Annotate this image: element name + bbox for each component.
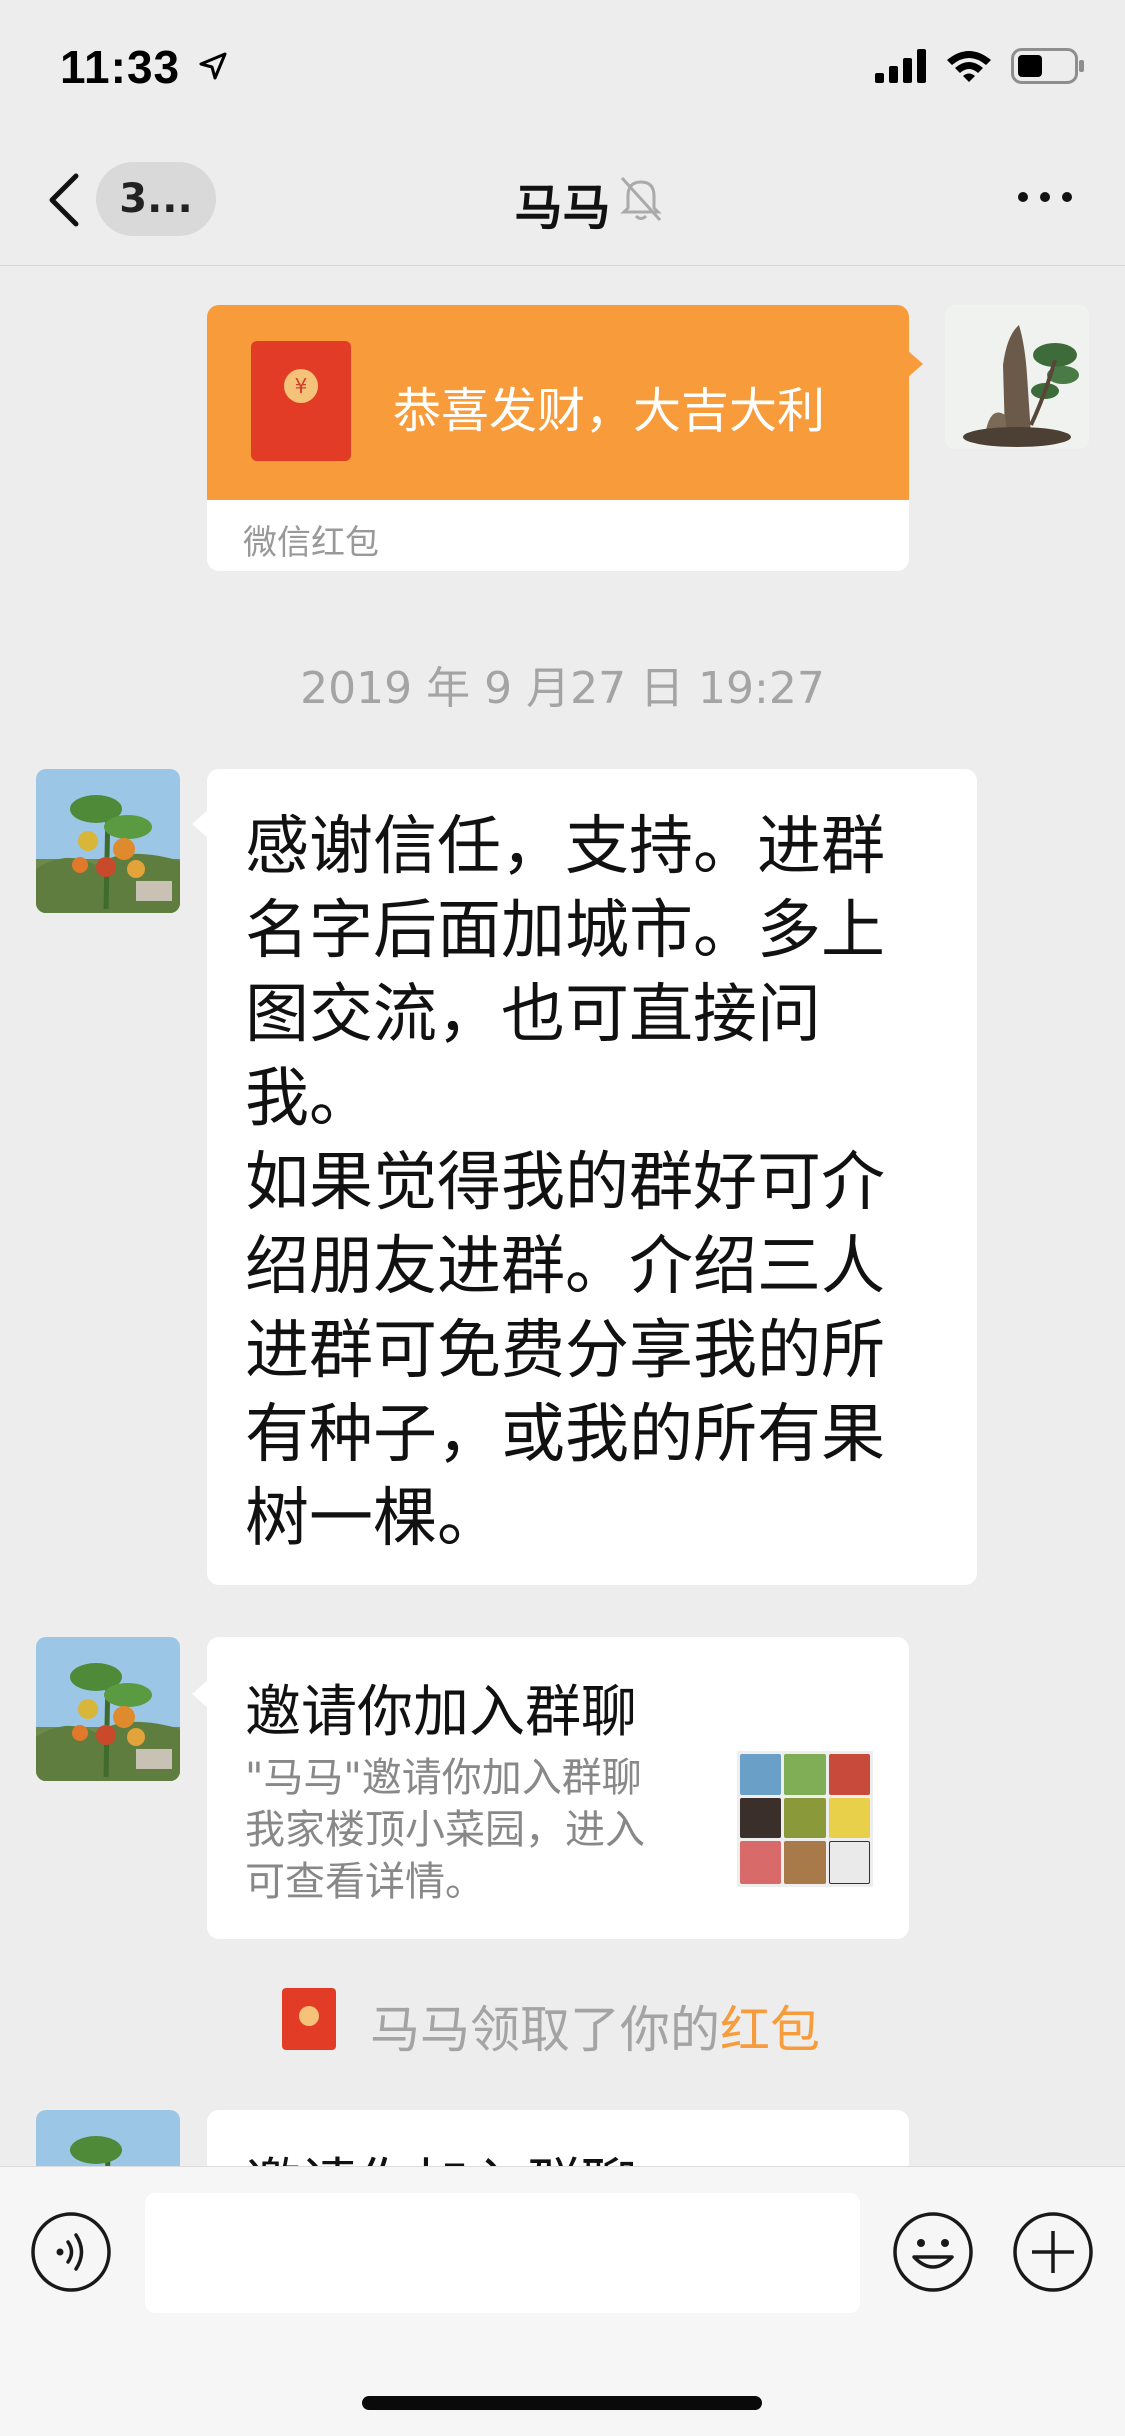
- red-packet-body: ¥ 恭喜发财，大吉大利: [207, 305, 909, 500]
- tomato-plant-avatar-image: [36, 769, 180, 913]
- mute-bell-icon: [620, 176, 662, 222]
- chat-header: 3... 马马: [0, 140, 1125, 266]
- cellular-signal-icon: [875, 49, 926, 83]
- plus-icon[interactable]: [1012, 2211, 1094, 2293]
- bubble-tail: [192, 1680, 208, 1708]
- bubble-tail: [907, 350, 923, 378]
- sender-avatar[interactable]: [36, 1637, 180, 1781]
- location-arrow-icon: [199, 52, 227, 80]
- red-packet-link[interactable]: 红包: [720, 2001, 820, 2059]
- sender-avatar[interactable]: [36, 769, 180, 913]
- red-packet-message[interactable]: ¥ 恭喜发财，大吉大利 微信红包: [207, 305, 909, 571]
- red-packet-label: 微信红包: [243, 523, 379, 563]
- battery-icon: [1011, 48, 1084, 84]
- red-packet-claimed-notice: 马马领取了你的红包: [0, 1978, 1125, 2059]
- message-timestamp: 2019 年 9 月27 日 19:27: [300, 663, 825, 714]
- notice-prefix: 马马领取了你的: [370, 2001, 720, 2059]
- red-envelope-icon: ¥: [251, 341, 351, 461]
- my-avatar[interactable]: [945, 305, 1089, 449]
- bonsai-avatar-image: [945, 305, 1089, 449]
- wifi-icon: [947, 51, 991, 82]
- message-text: 感谢信任，支持。进群 名字后面加城市。多上 图交流，也可直接问 我。 如果觉得我…: [245, 810, 885, 1556]
- text-message-bubble[interactable]: 感谢信任，支持。进群 名字后面加城市。多上 图交流，也可直接问 我。 如果觉得我…: [207, 769, 977, 1585]
- voice-input-icon[interactable]: [30, 2211, 112, 2293]
- status-indicators: [875, 48, 1085, 84]
- group-avatar-grid: [737, 1751, 873, 1887]
- invite-title: 邀请你加入群聊: [245, 1680, 637, 1745]
- status-time: 11:33: [60, 40, 228, 94]
- red-packet-greeting: 恭喜发财，大吉大利: [393, 383, 826, 439]
- red-envelope-icon: [282, 1988, 336, 2050]
- home-indicator[interactable]: [362, 2396, 762, 2410]
- tomato-plant-avatar-image: [36, 1637, 180, 1781]
- invite-description: "马马"邀请你加入群聊 我家楼顶小菜园，进入 可查看详情。: [245, 1755, 645, 1905]
- notice-text: 马马领取了你的红包: [370, 1990, 820, 2062]
- chat-title: 马马: [514, 180, 611, 236]
- clock-text: 11:33: [60, 41, 181, 93]
- more-options-icon[interactable]: [1015, 182, 1075, 212]
- emoji-icon[interactable]: [892, 2211, 974, 2293]
- message-input[interactable]: [145, 2193, 860, 2313]
- group-invite-card[interactable]: 邀请你加入群聊 "马马"邀请你加入群聊 我家楼顶小菜园，进入 可查看详情。: [207, 1637, 909, 1939]
- status-bar: 11:33: [0, 0, 1125, 140]
- bubble-tail: [192, 810, 208, 838]
